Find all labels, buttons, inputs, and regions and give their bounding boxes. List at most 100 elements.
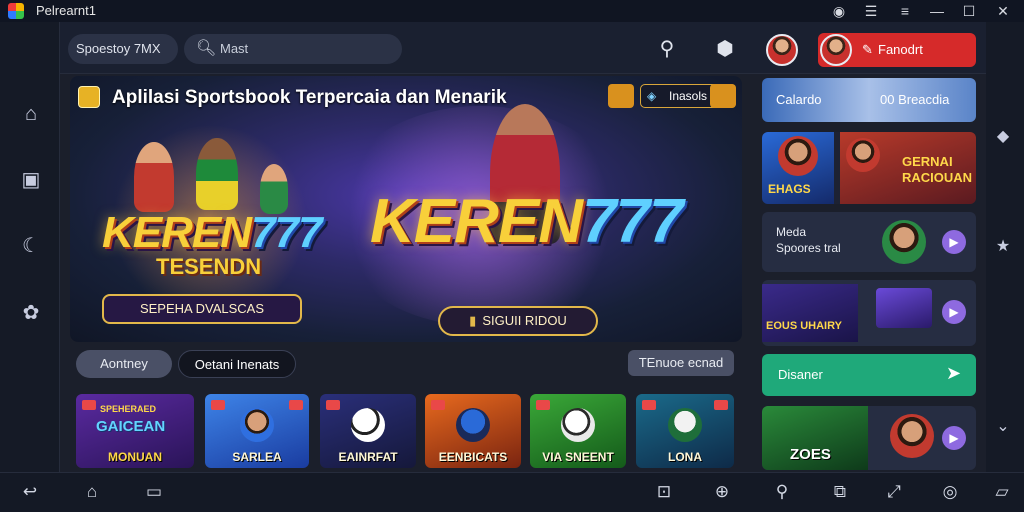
boxing-glove-icon [456,408,490,442]
left-promo-button[interactable]: SEPEHA DVALSCAS [102,294,302,324]
window-title: Pelrearnt1 [36,3,96,18]
hero-title: Aplilasi Sportsbook Terpercaia dan Menar… [112,87,507,108]
hero-banner[interactable]: Aplilasi Sportsbook Terpercaia dan Menar… [70,76,742,342]
side-cta-label: Disaner [778,367,823,382]
promo-right-line2: RACIOUAN [902,170,973,185]
game-tile[interactable]: EAINRFAT [320,394,416,468]
side-item-label: EOUS UHAIRY [766,320,842,332]
side-banner-right: 00 Breacdia [880,92,950,107]
close-icon[interactable]: ✕ [992,1,1014,21]
side-list-item[interactable]: ZOES ▶ [762,406,976,470]
brand-wordmark-left: KEREN777 [102,208,322,258]
tab-oetani-inenats[interactable]: Oetani Inenats [178,350,296,378]
settings-toggle-icon[interactable]: ☰ [860,1,882,21]
tile-label: EAINRFAT [338,450,398,464]
brand-name[interactable]: Spoestoy 7MX [68,34,178,64]
hot-tag-icon [536,400,550,410]
game-tile[interactable]: VIA SNEENT [530,394,626,468]
back-icon[interactable]: ↩ [18,480,42,504]
promo-left-label: EHAGS [768,182,811,196]
coin-icon[interactable] [710,84,736,108]
chevron-down-icon[interactable]: ⌄ [990,414,1016,440]
trophy-icon [78,86,100,108]
wallet-icon[interactable]: ▣ [18,167,44,193]
side-list-item[interactable]: Meda Spoores tral ▶ [762,212,976,272]
lock-icon: ▮ [469,313,477,328]
screen-icon[interactable]: ⧉ [828,480,852,504]
brand-left-text: KEREN [102,208,252,257]
center-cta-label: SIGUII RIDOU [482,313,567,328]
hero-chip-label: Inasols [669,89,708,103]
brand-center-text: KEREN [370,187,583,256]
side-banner-left: Calardo [776,92,822,107]
record-icon[interactable]: ◉ [828,1,850,21]
promo-right-text: GERNAI RACIOUAN [902,154,972,186]
puzzle-icon[interactable]: ✿ [18,300,44,326]
list-image [762,284,858,342]
side-promo-card[interactable]: EHAGS GERNAI RACIOUAN [762,132,976,204]
play-icon[interactable]: ▶ [942,230,966,254]
location-icon[interactable]: ⚲ [770,480,794,504]
tab-aontney[interactable]: Aontney [76,350,172,378]
soccer-ball-icon [561,408,595,442]
list-thumb [876,288,932,328]
search-input[interactable]: 🔍︎ Mast [184,34,402,64]
hot-tag-icon [431,400,445,410]
hot-tag-icon [326,400,340,410]
side-panel: Calardo 00 Breacdia EHAGS GERNAI RACIOUA… [752,76,980,472]
side-cta-card[interactable]: Disaner ➤ [762,354,976,396]
brand-center-num: 777 [582,187,683,256]
game-tile[interactable]: LONA [636,394,734,468]
gamepad-icon[interactable]: ⊡ [652,480,676,504]
player-portrait [846,138,880,172]
play-icon[interactable]: ▶ [942,300,966,324]
side-list-item[interactable]: EOUS UHAIRY ▶ [762,280,976,346]
register-button-label: Fanodrt [878,42,923,57]
side-item-label: ZOES [790,446,831,463]
search-placeholder: Mast [220,41,249,56]
player-portrait [882,220,926,264]
diamond-icon[interactable]: ◆ [990,124,1016,150]
player-figure [260,164,288,214]
shield-icon: ◈ [647,89,657,103]
side-item-line1: Meda [776,225,807,239]
player-figure [134,142,174,212]
rotate-icon[interactable]: ⤢ [882,480,906,504]
center-cta-button[interactable]: ▮ SIGUII RIDOU [438,306,598,336]
tile-label: MONUAN [108,450,162,464]
home-icon[interactable]: ⌂ [80,480,104,504]
recent-apps-icon[interactable]: ▭ [142,480,166,504]
search-icon[interactable]: ⚲ [654,36,680,62]
tile-label: SARLEA [232,450,282,464]
user-avatar[interactable] [820,34,852,66]
star-icon[interactable]: ★ [990,234,1016,260]
tile-label: LONA [668,450,702,464]
brand-left-sub: TESENDN [156,254,262,279]
soccer-ball-icon [351,408,385,442]
tile-label: VIA SNEENT [542,450,614,464]
maximize-icon[interactable]: ☐ [958,1,980,21]
title-bar: Pelrearnt1 ◉ ☰ ≡ — ☐ ✕ [0,0,1024,22]
home-icon[interactable]: ⌂ [18,101,44,127]
play-icon[interactable]: ▶ [942,426,966,450]
location-pin-icon[interactable]: ◎ [938,480,962,504]
chat-icon[interactable]: ▱ [990,480,1014,504]
menu-icon[interactable]: ≡ [894,1,916,21]
avatar[interactable] [766,34,798,66]
game-tile[interactable]: SPEHERAED GAICEAN MONUAN [76,394,194,468]
gift-icon[interactable] [608,84,634,108]
arrow-right-icon: ➤ [946,363,962,383]
hot-tag-icon [642,400,656,410]
game-tile[interactable]: EENBICATS [425,394,521,468]
soccer-ball-icon [668,408,702,442]
view-all-button[interactable]: TEnuoe ecnad [628,350,734,376]
hexagon-settings-icon[interactable]: ⬢ [712,36,738,62]
brand-left-num: 777 [251,208,322,257]
side-banner-card[interactable]: Calardo 00 Breacdia [762,78,976,122]
minimize-icon[interactable]: — [926,1,948,21]
tile-top-text: SPEHERAED [100,404,157,414]
game-tile[interactable]: SARLEA [205,394,309,468]
zoom-icon[interactable]: ⊕ [710,480,734,504]
app-logo-icon [8,3,24,19]
sport-icon[interactable]: ☾ [18,233,44,259]
